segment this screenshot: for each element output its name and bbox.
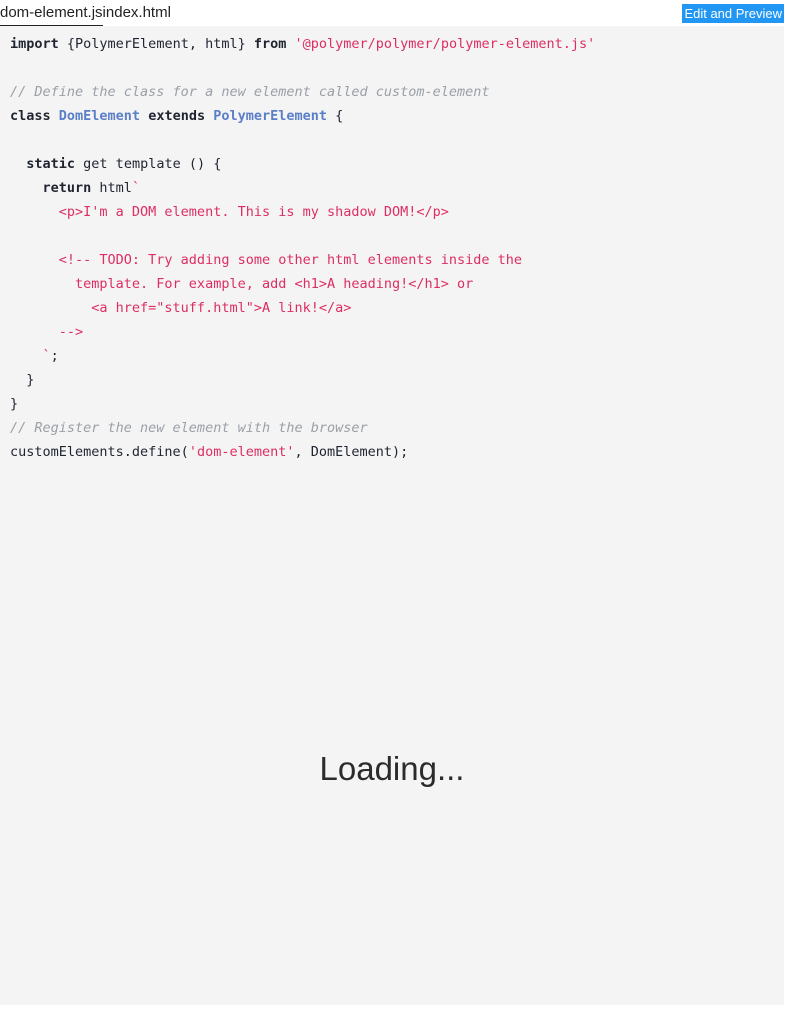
code-line: <p>I'm a DOM element. This is my shadow …	[0, 200, 784, 224]
tab-bar: dom-element.js index.html Edit and Previ…	[0, 0, 809, 27]
code-token: customElements.define(	[10, 444, 189, 460]
editor-preview-panel: import {PolymerElement, html} from '@pol…	[0, 26, 784, 1005]
code-line: import {PolymerElement, html} from '@pol…	[0, 32, 784, 56]
code-token: -->	[10, 324, 84, 340]
code-token: , DomElement);	[294, 444, 409, 460]
code-token: '@polymer/polymer/polymer-element.js'	[294, 36, 596, 52]
code-line: <a href="stuff.html">A link!</a>	[0, 296, 784, 320]
code-line: <!-- TODO: Try adding some other html el…	[0, 248, 784, 272]
edit-and-preview-badge[interactable]: Edit and Preview	[682, 4, 784, 23]
code-token: `	[131, 180, 141, 196]
code-token: static	[26, 156, 76, 172]
loading-text: Loading...	[319, 750, 465, 787]
code-token: <a href="stuff.html">A link!</a>	[10, 300, 352, 316]
code-line: // Define the class for a new element ca…	[0, 80, 784, 104]
code-line: static get template () {	[0, 152, 784, 176]
code-line: }	[0, 392, 784, 416]
code-token: 'dom-element'	[188, 444, 295, 460]
code-token: PolymerElement	[213, 108, 328, 124]
code-token: {PolymerElement, html}	[58, 36, 254, 52]
code-token: }	[10, 396, 19, 412]
code-token: class	[10, 108, 51, 124]
code-token: html	[91, 180, 132, 196]
code-editor[interactable]: import {PolymerElement, html} from '@pol…	[0, 26, 784, 464]
code-line: `;	[0, 344, 784, 368]
code-token: <!-- TODO: Try adding some other html el…	[10, 252, 523, 268]
code-token: return	[42, 180, 92, 196]
tab-list: dom-element.js index.html	[0, 0, 171, 27]
code-token: }	[10, 372, 35, 388]
code-token: import	[10, 36, 59, 52]
code-token: {	[327, 108, 344, 124]
code-token: get template () {	[75, 156, 222, 172]
code-line: // Register the new element with the bro…	[0, 416, 784, 440]
code-token: // Define the class for a new element ca…	[10, 84, 490, 100]
tab-index-html[interactable]: index.html	[103, 0, 171, 27]
code-token: DomElement	[58, 108, 141, 124]
live-preview-area: Loading...	[0, 496, 784, 1005]
code-token: template. For example, add <h1>A heading…	[10, 276, 474, 292]
code-line: -->	[0, 320, 784, 344]
code-line: }	[0, 368, 784, 392]
code-token: <p>I'm a DOM element. This is my shadow …	[10, 204, 449, 220]
code-token: ;	[50, 348, 59, 364]
code-line: return html`	[0, 176, 784, 200]
code-line: customElements.define('dom-element', Dom…	[0, 440, 784, 464]
code-line: class DomElement extends PolymerElement …	[0, 104, 784, 128]
code-token: extends	[148, 108, 206, 124]
code-token: // Register the new element with the bro…	[10, 420, 368, 436]
tab-dom-element-js[interactable]: dom-element.js	[0, 0, 103, 27]
code-line: template. For example, add <h1>A heading…	[0, 272, 784, 296]
code-token: from	[253, 36, 287, 52]
code-token: `	[10, 348, 51, 364]
